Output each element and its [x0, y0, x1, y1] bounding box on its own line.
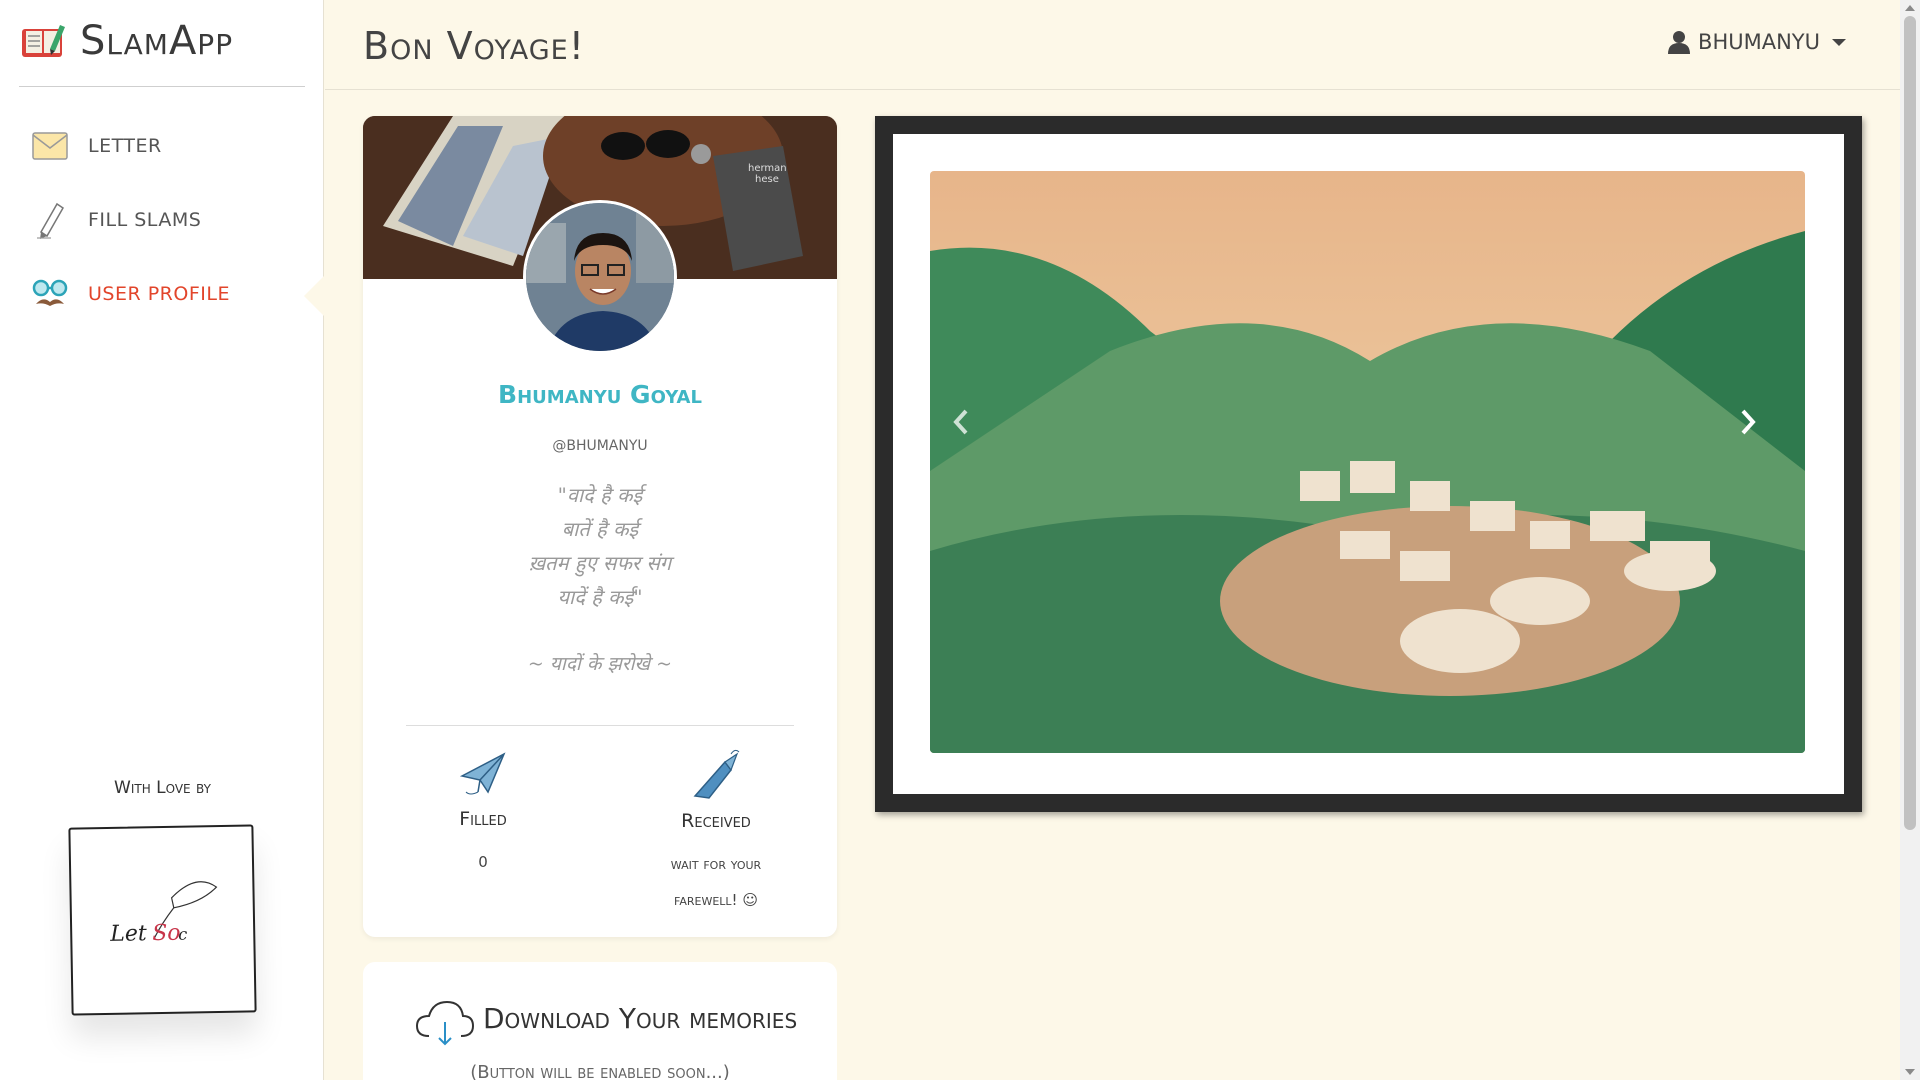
- stat-filled-label: Filled: [459, 808, 507, 830]
- quote-line: ख़तम हुए सफर संग: [528, 551, 672, 575]
- sidebar: SlamApp Letter Fill Slams: [0, 0, 324, 1080]
- profile-name: Bhumanyu Goyal: [498, 380, 702, 409]
- sidebar-item-label: Letter: [88, 135, 162, 157]
- envelope-icon: [30, 128, 70, 164]
- chevron-left-icon: [953, 409, 968, 435]
- app-name: SlamApp: [80, 18, 234, 64]
- user-icon: [1668, 31, 1691, 54]
- quote-attribution: ~ यादों के झरोखे ~: [527, 653, 673, 675]
- paper-plane-icon: [693, 749, 740, 799]
- download-subtitle: (Button will be enabled soon...): [470, 1062, 730, 1080]
- user-menu-dropdown[interactable]: BHUMANYU: [1668, 30, 1846, 54]
- cloud-download-icon: [415, 1000, 475, 1046]
- sidebar-item-letter[interactable]: Letter: [30, 121, 320, 171]
- profile-quote: "वादे है कई बातें है कई ख़तम हुए सफर संग…: [363, 478, 837, 614]
- brand-divider: [19, 86, 305, 87]
- brand[interactable]: SlamApp: [20, 18, 233, 64]
- with-love-label: With Love by: [114, 778, 211, 798]
- download-title: Download Your memories: [483, 1002, 798, 1035]
- quote-line: यादें है कई": [557, 585, 643, 609]
- book-pencil-icon: [22, 25, 65, 57]
- page-title: Bon Voyage!: [363, 24, 585, 68]
- chevron-down-icon: [1832, 38, 1846, 46]
- page-scrollbar[interactable]: [1900, 0, 1920, 1080]
- photo-mat: [893, 134, 1844, 794]
- stat-received-label: Received: [681, 810, 751, 832]
- svg-text:herman: herman: [748, 163, 787, 174]
- download-card: Download Your memories (Button will be e…: [363, 962, 837, 1080]
- sidebar-item-label: Fill Slams: [88, 209, 202, 231]
- signature-card: Let So c: [68, 824, 257, 1016]
- card-divider: [406, 725, 794, 726]
- received-line: farewell! ☺: [674, 891, 758, 909]
- pencil-icon: [30, 202, 70, 239]
- stat-received: Received wait for your farewell! ☺: [616, 748, 816, 918]
- scroll-up-arrow-icon[interactable]: [1905, 5, 1915, 11]
- sidebar-item-label: User Profile: [88, 283, 230, 305]
- scroll-down-arrow-icon[interactable]: [1905, 1069, 1915, 1075]
- letsoc-logo: Let So c: [109, 881, 218, 947]
- paper-plane-icon: [459, 752, 506, 795]
- svg-text:Let: Let: [109, 921, 147, 947]
- avatar: [523, 200, 677, 354]
- photo-carousel-frame: [875, 116, 1862, 812]
- stat-filled: Filled 0: [383, 748, 583, 880]
- carousel-prev-button[interactable]: [941, 402, 981, 442]
- stat-received-value: wait for your farewell! ☺: [616, 846, 816, 918]
- stat-filled-value: 0: [478, 853, 488, 871]
- glasses-mustache-icon: [30, 276, 70, 312]
- sidebar-item-user-profile[interactable]: User Profile: [30, 269, 320, 319]
- svg-text:hese: hese: [755, 174, 779, 185]
- quote-line: "वादे है कई: [557, 483, 643, 507]
- svg-text:So: So: [152, 921, 181, 946]
- profile-card: herman hese Bhumanyu Goyal @BHUMANYU "वा…: [363, 116, 837, 937]
- svg-text:c: c: [178, 925, 187, 944]
- user-name: BHUMANYU: [1698, 30, 1820, 54]
- scroll-thumb[interactable]: [1904, 16, 1916, 830]
- profile-handle: @BHUMANYU: [552, 438, 648, 454]
- quote-line: बातें है कई: [561, 517, 639, 541]
- sidebar-item-fill-slams[interactable]: Fill Slams: [30, 195, 320, 245]
- carousel-next-button[interactable]: [1728, 402, 1768, 442]
- active-nav-pointer: [304, 276, 324, 316]
- received-line: wait for your: [670, 855, 762, 873]
- carousel-image: [930, 171, 1805, 753]
- top-bar: Bon Voyage! BHUMANYU: [325, 0, 1900, 90]
- chevron-right-icon: [1741, 409, 1756, 435]
